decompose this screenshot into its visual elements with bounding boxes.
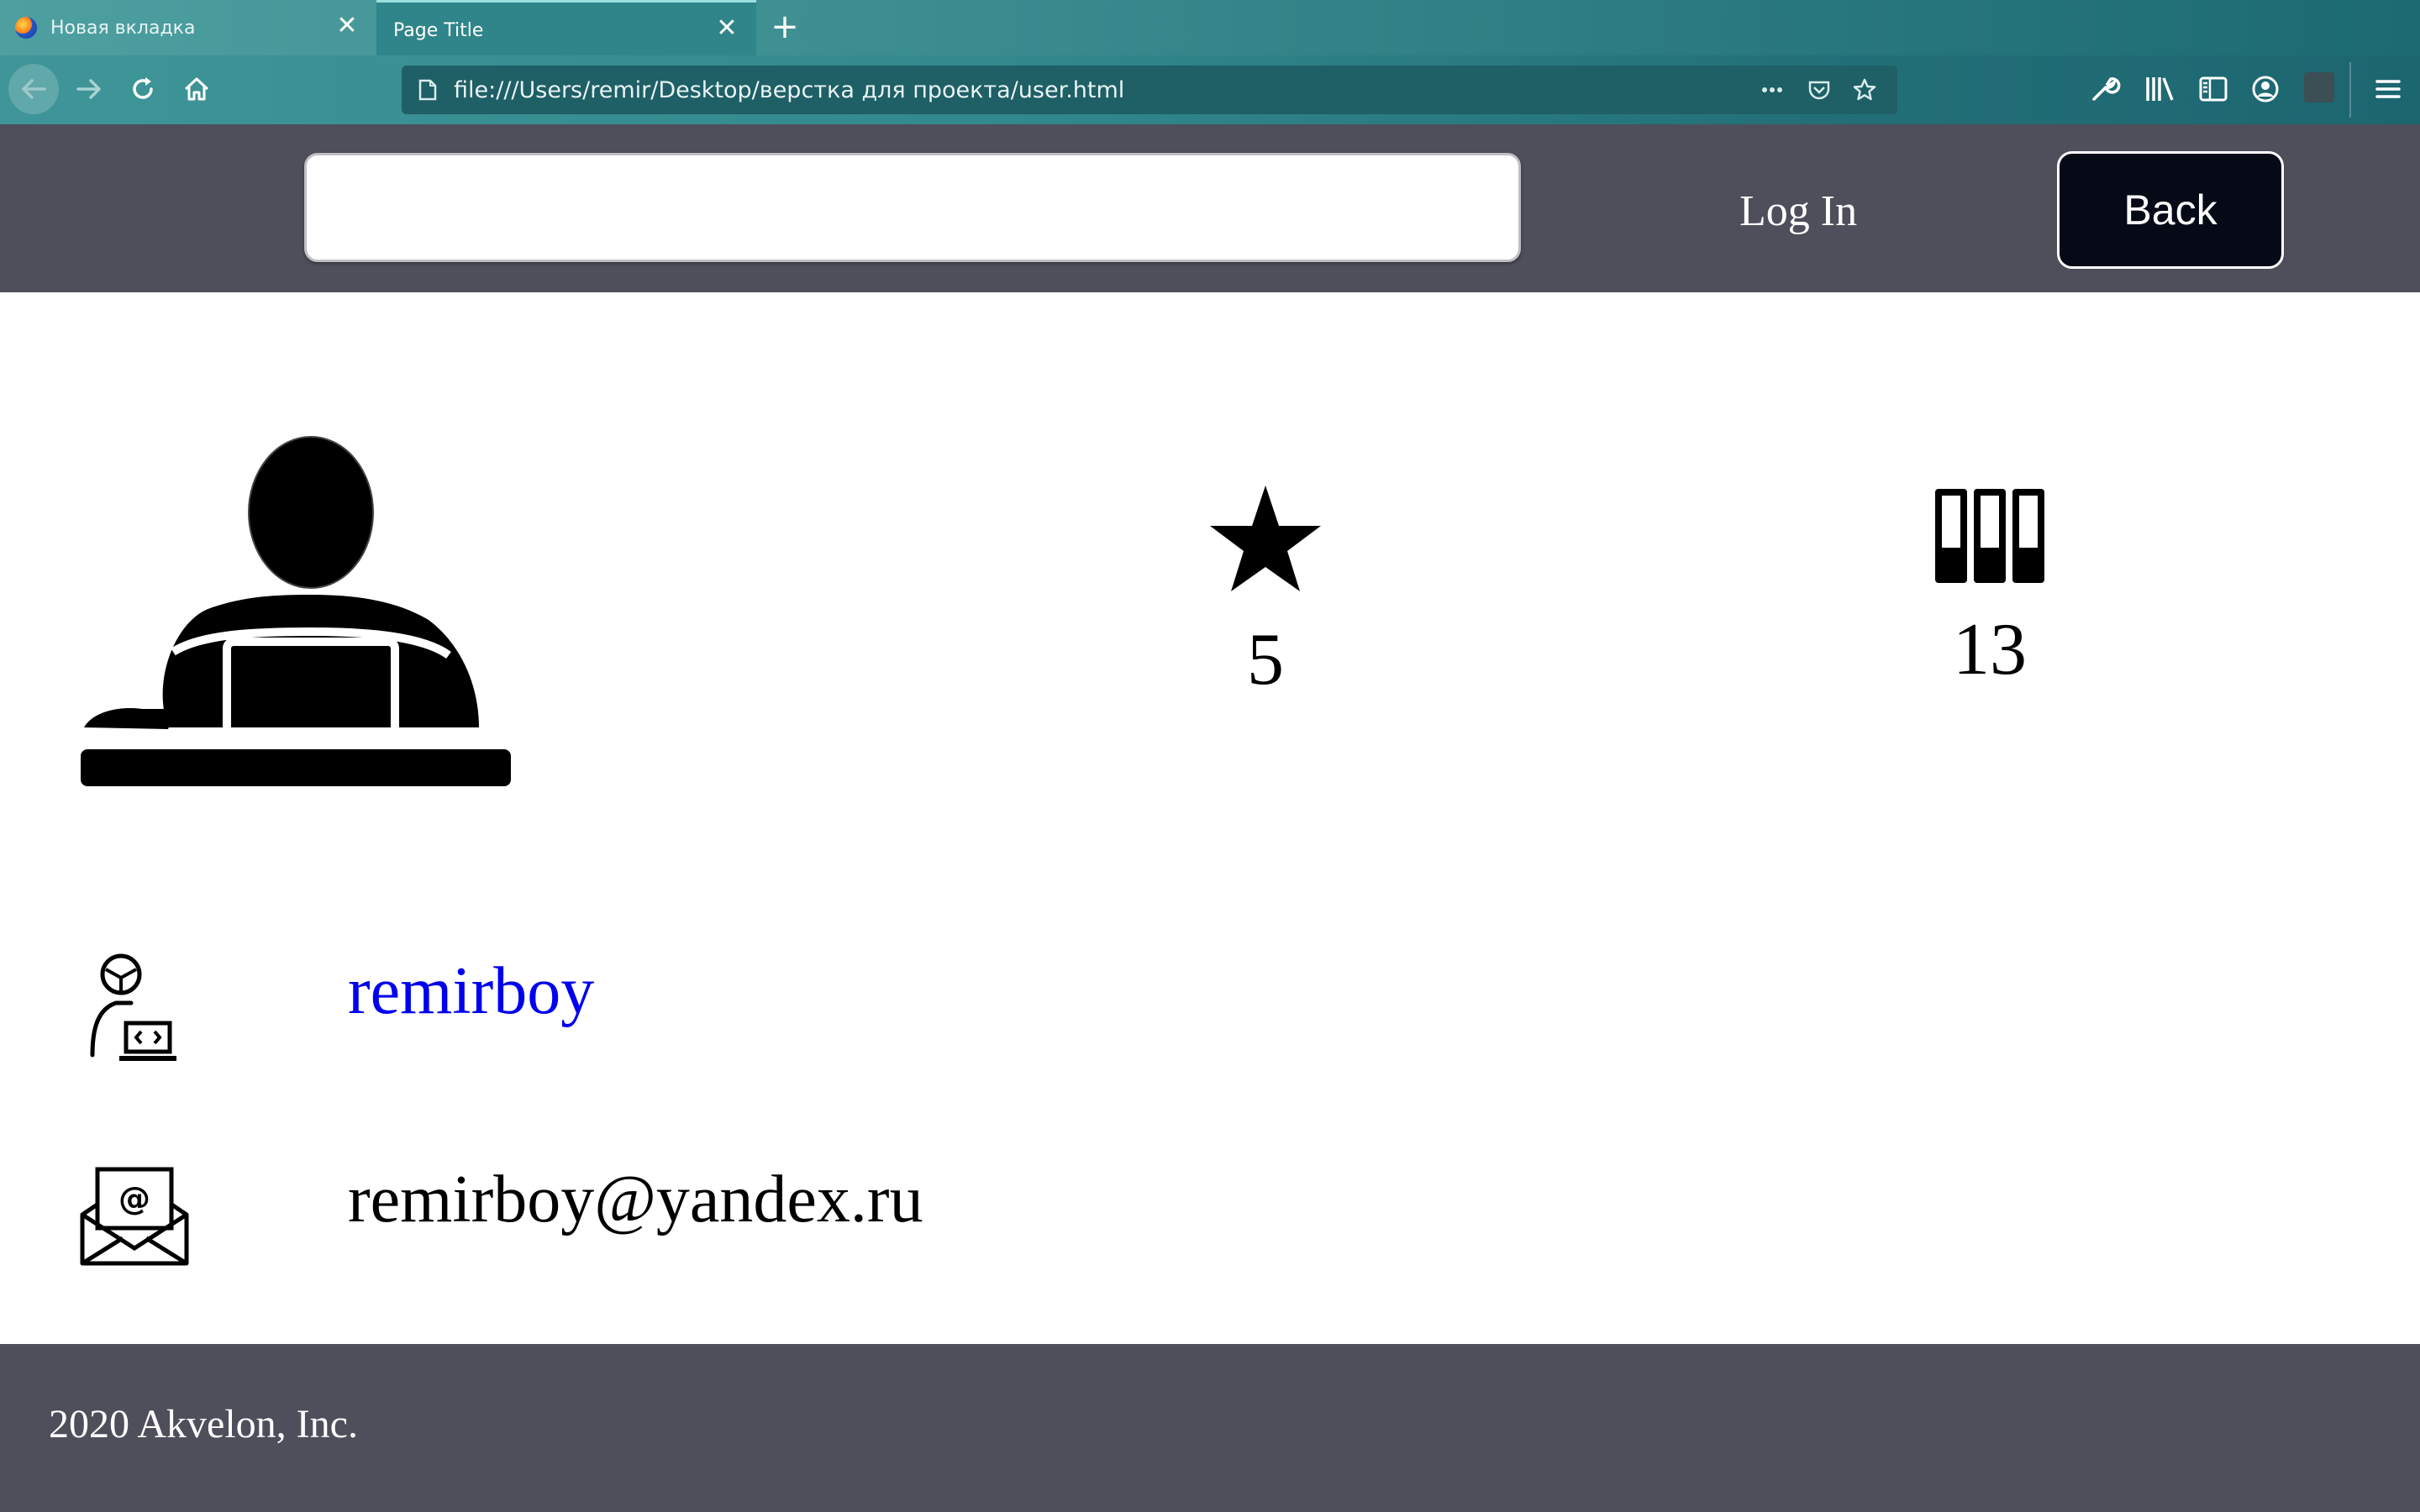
browser-nav-bar: file:///Users/remir/Desktop/верстка для …: [0, 55, 2420, 124]
home-icon[interactable]: [171, 64, 222, 114]
search-input[interactable]: [304, 153, 1521, 262]
extension-icon[interactable]: [2304, 72, 2334, 102]
repositories-count: 13: [1953, 609, 2027, 690]
repositories-icon: [1935, 489, 2044, 583]
account-icon[interactable]: [2249, 72, 2282, 106]
person-at-laptop-icon: [81, 436, 511, 786]
pocket-icon[interactable]: [1807, 77, 1832, 102]
stars-stat: 5: [1156, 482, 1375, 697]
site-header: Log In Back: [0, 124, 2420, 292]
firefox-icon: [15, 17, 37, 39]
page-options-icon[interactable]: [1760, 77, 1785, 102]
browser-tab-new[interactable]: Новая вкладка ✕: [0, 0, 376, 55]
toolbar-separator: [2349, 62, 2351, 118]
star-icon: [1210, 486, 1321, 591]
back-arrow-icon[interactable]: [8, 64, 59, 114]
email-envelope-icon: @: [80, 1167, 189, 1266]
site-footer: 2020 Akvelon, Inc.: [0, 1344, 2420, 1512]
browser-tab-active[interactable]: Page Title ✕: [376, 0, 756, 55]
wrench-icon[interactable]: [2087, 72, 2121, 106]
email-text: remirboy@yandex.ru: [348, 1163, 923, 1236]
url-text[interactable]: file:///Users/remir/Desktop/верстка для …: [454, 77, 1124, 103]
username-link[interactable]: remirboy: [348, 958, 594, 1025]
library-icon[interactable]: [2143, 72, 2176, 106]
stars-count: 5: [1247, 619, 1284, 701]
tab-label: Page Title: [393, 20, 484, 41]
tab-label: Новая вкладка: [50, 18, 196, 39]
reload-icon[interactable]: [118, 64, 168, 114]
new-tab-button[interactable]: +: [766, 8, 803, 45]
sidebar-icon[interactable]: [2196, 72, 2230, 106]
bookmark-star-icon[interactable]: [1852, 77, 1877, 102]
svg-text:@: @: [118, 1180, 150, 1217]
copyright-text: 2020 Akvelon, Inc.: [49, 1402, 358, 1446]
close-tab-icon[interactable]: ✕: [333, 12, 361, 40]
login-link[interactable]: Log In: [1739, 186, 1857, 236]
developer-icon: [90, 953, 176, 1061]
browser-tab-bar: Новая вкладка ✕ Page Title ✕ +: [0, 0, 2420, 55]
address-bar[interactable]: file:///Users/remir/Desktop/верстка для …: [402, 66, 1897, 114]
forward-arrow-icon[interactable]: [64, 64, 114, 114]
repositories-stat: 13: [1881, 487, 2099, 687]
page-icon: [418, 79, 437, 101]
close-tab-icon[interactable]: ✕: [713, 14, 741, 43]
back-button[interactable]: Back: [2057, 151, 2284, 269]
hamburger-menu-icon[interactable]: [2371, 72, 2405, 106]
